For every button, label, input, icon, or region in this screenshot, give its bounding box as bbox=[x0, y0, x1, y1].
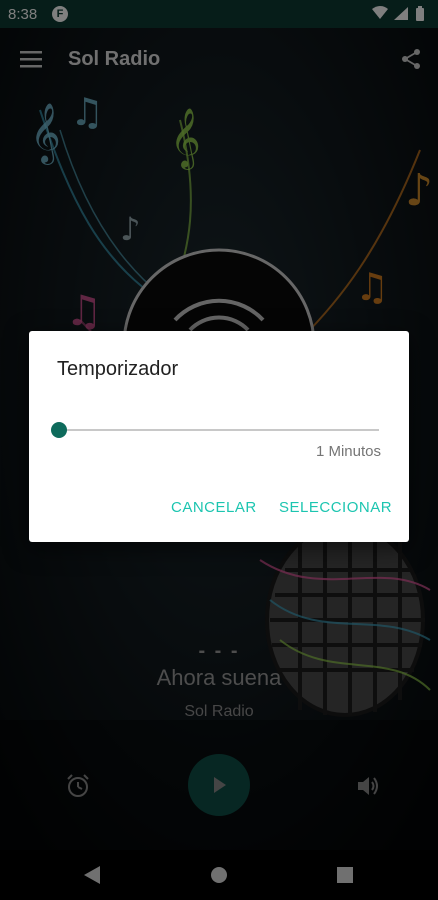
timer-value-label: 1 Minutos bbox=[315, 443, 381, 460]
dialog-title: Temporizador bbox=[57, 358, 179, 380]
cancel-button[interactable]: CANCELAR bbox=[171, 499, 257, 516]
screen: 𝄞 ♫ 𝄞 ♪ ♪ ♫ ♫ bbox=[0, 0, 438, 900]
timer-slider-thumb[interactable] bbox=[51, 422, 67, 438]
select-button[interactable]: SELECCIONAR bbox=[279, 499, 392, 516]
timer-slider-track[interactable] bbox=[59, 429, 379, 431]
timer-dialog: Temporizador 1 Minutos CANCELAR SELECCIO… bbox=[29, 331, 409, 542]
